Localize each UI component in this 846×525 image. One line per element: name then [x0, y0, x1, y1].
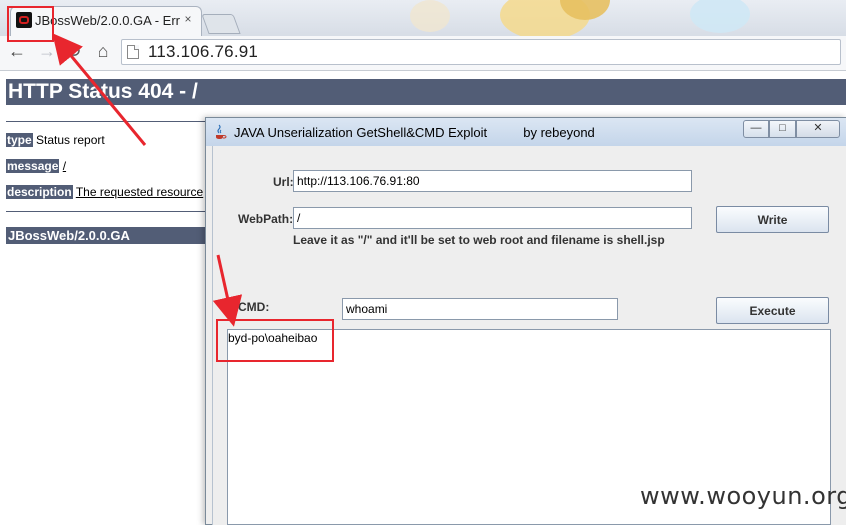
webpath-label: WebPath: [238, 212, 294, 226]
webpath-hint: Leave it as "/" and it'll be set to web … [293, 233, 665, 247]
maximize-button[interactable]: □ [769, 120, 796, 138]
home-icon[interactable]: ⌂ [92, 40, 114, 62]
tab-highlight-box [7, 6, 54, 42]
url-input[interactable] [293, 170, 692, 192]
cmd-input[interactable] [342, 298, 618, 320]
description-label: description [6, 185, 73, 199]
watermark: www.wooyun.org [640, 482, 846, 510]
divider [6, 211, 206, 212]
new-tab-button[interactable] [201, 14, 241, 34]
type-value: Status report [36, 133, 105, 147]
java-icon [216, 124, 227, 139]
type-row: type Status report [6, 133, 105, 149]
description-row: description The requested resource [6, 185, 203, 201]
message-row: message / [6, 159, 66, 175]
write-button[interactable]: Write [716, 206, 829, 233]
url-label: Url: [273, 175, 294, 189]
minimize-button[interactable]: — [743, 120, 769, 138]
description-value: The requested resource [75, 185, 204, 199]
webpath-input[interactable] [293, 207, 692, 229]
window-title: JAVA Unserialization GetShell&CMD Exploi… [234, 125, 595, 140]
reload-icon[interactable]: ↻ [63, 40, 85, 62]
back-icon[interactable]: ← [6, 40, 28, 62]
execute-button[interactable]: Execute [716, 297, 829, 324]
cmd-label: CMD: [238, 300, 270, 314]
output-highlight-box [216, 319, 334, 362]
page-icon [127, 45, 139, 59]
page-title: HTTP Status 404 - / [6, 79, 846, 105]
message-label: message [6, 159, 60, 173]
divider [6, 121, 206, 122]
close-button[interactable]: ✕ [796, 120, 840, 138]
address-url[interactable]: 113.106.76.91 [148, 42, 258, 62]
tab-title: JBossWeb/2.0.0.GA - Err [35, 13, 180, 28]
tab-close-icon[interactable]: × [181, 12, 195, 26]
message-value: / [62, 159, 67, 173]
forward-icon[interactable]: → [36, 40, 58, 62]
server-footer: JBossWeb/2.0.0.GA [6, 227, 206, 244]
type-label: type [6, 133, 33, 147]
